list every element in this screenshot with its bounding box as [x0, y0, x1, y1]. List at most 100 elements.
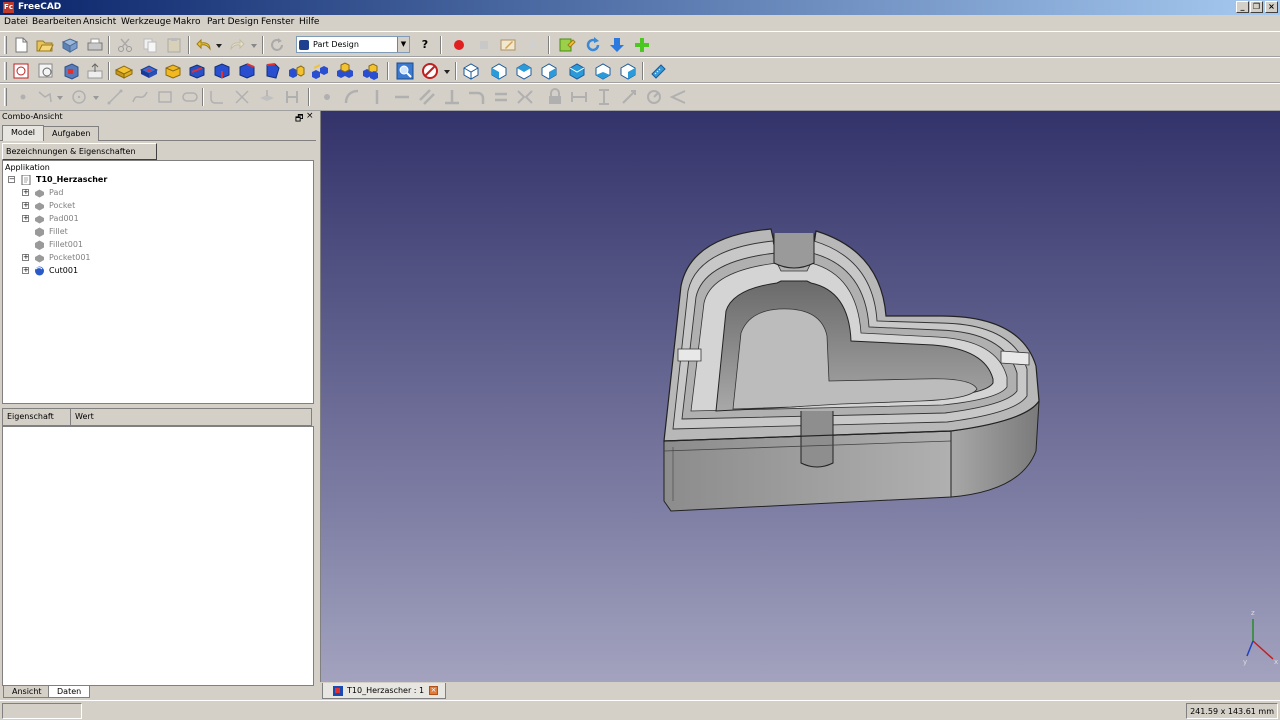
constrain-horizontal-distance-icon[interactable]: [570, 88, 588, 106]
constrain-distance-icon[interactable]: [620, 88, 638, 106]
close-button[interactable]: ×: [1265, 1, 1278, 13]
menu-werkzeuge[interactable]: Werkzeuge: [121, 17, 171, 27]
copy-icon[interactable]: [141, 36, 159, 54]
undo-icon[interactable]: [195, 36, 213, 54]
pad-icon[interactable]: [115, 62, 133, 80]
collapse-icon[interactable]: −: [8, 176, 15, 183]
new-file-icon[interactable]: [12, 36, 30, 54]
down-arrow-icon[interactable]: [608, 36, 626, 54]
constrain-vertical-distance-icon[interactable]: [595, 88, 613, 106]
constrain-vertical-icon[interactable]: [368, 88, 386, 106]
view-isometric-icon[interactable]: [462, 62, 480, 80]
open-file-icon[interactable]: [36, 36, 54, 54]
add-icon[interactable]: [633, 36, 651, 54]
menu-datei[interactable]: Datei: [4, 17, 28, 27]
mirrored-icon[interactable]: [287, 62, 305, 80]
workbench-selector[interactable]: Part Design ▼: [296, 36, 410, 53]
redo-dropdown-icon[interactable]: [250, 38, 258, 52]
tab-aufgaben[interactable]: Aufgaben: [43, 126, 100, 141]
draw-style-icon[interactable]: [421, 62, 439, 80]
menu-hilfe[interactable]: Hilfe: [299, 17, 319, 27]
toolbar-grip[interactable]: [4, 88, 7, 106]
stop-macro-icon[interactable]: [475, 36, 493, 54]
edit-sketch-icon[interactable]: [37, 62, 55, 80]
rectangle-icon[interactable]: [156, 88, 174, 106]
fillet-icon[interactable]: [213, 62, 231, 80]
constrain-angle-icon[interactable]: [669, 88, 687, 106]
tab-document-view[interactable]: T10_Herzascher : 1 ×: [322, 683, 446, 699]
save-icon[interactable]: [61, 36, 79, 54]
labels-properties-header[interactable]: Bezeichnungen & Eigenschaften: [2, 143, 157, 160]
tab-ansicht[interactable]: Ansicht: [3, 686, 51, 698]
menu-ansicht[interactable]: Ansicht: [83, 17, 116, 27]
view-top-icon[interactable]: [515, 62, 533, 80]
property-column-header[interactable]: Eigenschaft: [3, 409, 71, 426]
view-fit-all-icon[interactable]: [396, 62, 414, 80]
external-geometry-icon[interactable]: [258, 88, 276, 106]
tab-daten[interactable]: Daten: [48, 686, 91, 698]
constrain-equal-icon[interactable]: [492, 88, 510, 106]
lock-icon[interactable]: [546, 88, 564, 106]
polar-pattern-icon[interactable]: [336, 62, 354, 80]
constrain-symmetric-icon[interactable]: [516, 88, 534, 106]
measure-icon[interactable]: [649, 62, 667, 80]
constrain-point-on-object-icon[interactable]: [343, 88, 361, 106]
view-right-icon[interactable]: [540, 62, 558, 80]
chamfer-icon[interactable]: [238, 62, 256, 80]
close-panel-icon[interactable]: ×: [306, 111, 314, 121]
expand-icon[interactable]: +: [22, 215, 29, 222]
3d-viewport[interactable]: z y x: [320, 111, 1280, 682]
expand-icon[interactable]: +: [22, 267, 29, 274]
close-tab-icon[interactable]: ×: [429, 686, 438, 695]
draft-icon[interactable]: [263, 62, 281, 80]
create-sketch-icon[interactable]: [12, 62, 30, 80]
undo-dropdown-icon[interactable]: [215, 38, 223, 52]
tab-model[interactable]: Model: [2, 125, 45, 141]
constrain-horizontal-icon[interactable]: [393, 88, 411, 106]
pocket-icon[interactable]: [140, 62, 158, 80]
groove-icon[interactable]: [188, 62, 206, 80]
toolbar-grip[interactable]: [4, 36, 7, 54]
redo-icon[interactable]: [228, 36, 246, 54]
trim-icon[interactable]: [233, 88, 251, 106]
expand-icon[interactable]: +: [22, 189, 29, 196]
draw-style-dropdown-icon[interactable]: [443, 64, 451, 78]
paste-icon[interactable]: [165, 36, 183, 54]
constrain-tangent-icon[interactable]: [467, 88, 485, 106]
map-sketch-icon[interactable]: [62, 62, 80, 80]
record-macro-icon[interactable]: [450, 36, 468, 54]
fillet-sketch-icon[interactable]: [208, 88, 226, 106]
multi-transform-icon[interactable]: [361, 62, 379, 80]
print-icon[interactable]: [86, 36, 104, 54]
run-macro-icon[interactable]: [524, 36, 542, 54]
construction-icon[interactable]: [283, 88, 301, 106]
revolution-icon[interactable]: [164, 62, 182, 80]
whats-this-icon[interactable]: ?: [416, 36, 434, 54]
circle-dropdown-icon[interactable]: [92, 90, 100, 104]
recompute-icon[interactable]: [584, 36, 602, 54]
view-rear-icon[interactable]: [568, 62, 586, 80]
heart-ashtray-model[interactable]: z y x: [321, 111, 1280, 682]
expand-icon[interactable]: +: [22, 254, 29, 261]
minimize-button[interactable]: _: [1236, 1, 1249, 13]
view-left-icon[interactable]: [619, 62, 637, 80]
circle-icon[interactable]: [70, 88, 88, 106]
menu-makro[interactable]: Makro: [173, 17, 201, 27]
spreadsheet-icon[interactable]: [558, 36, 576, 54]
slot-icon[interactable]: [181, 88, 199, 106]
polyline-dropdown-icon[interactable]: [56, 90, 64, 104]
line-icon[interactable]: [106, 88, 124, 106]
expand-icon[interactable]: +: [22, 202, 29, 209]
polyline-icon[interactable]: [36, 88, 54, 106]
leave-sketch-icon[interactable]: [86, 62, 104, 80]
view-front-icon[interactable]: [490, 62, 508, 80]
refresh-icon[interactable]: [268, 36, 286, 54]
constrain-perpendicular-icon[interactable]: [443, 88, 461, 106]
constrain-parallel-icon[interactable]: [418, 88, 436, 106]
edit-macro-icon[interactable]: [499, 36, 517, 54]
cut-icon[interactable]: [116, 36, 134, 54]
point-icon[interactable]: [14, 88, 32, 106]
menu-fenster[interactable]: Fenster: [261, 17, 294, 27]
bspline-icon[interactable]: [131, 88, 149, 106]
menu-part-design[interactable]: Part Design: [207, 17, 259, 27]
